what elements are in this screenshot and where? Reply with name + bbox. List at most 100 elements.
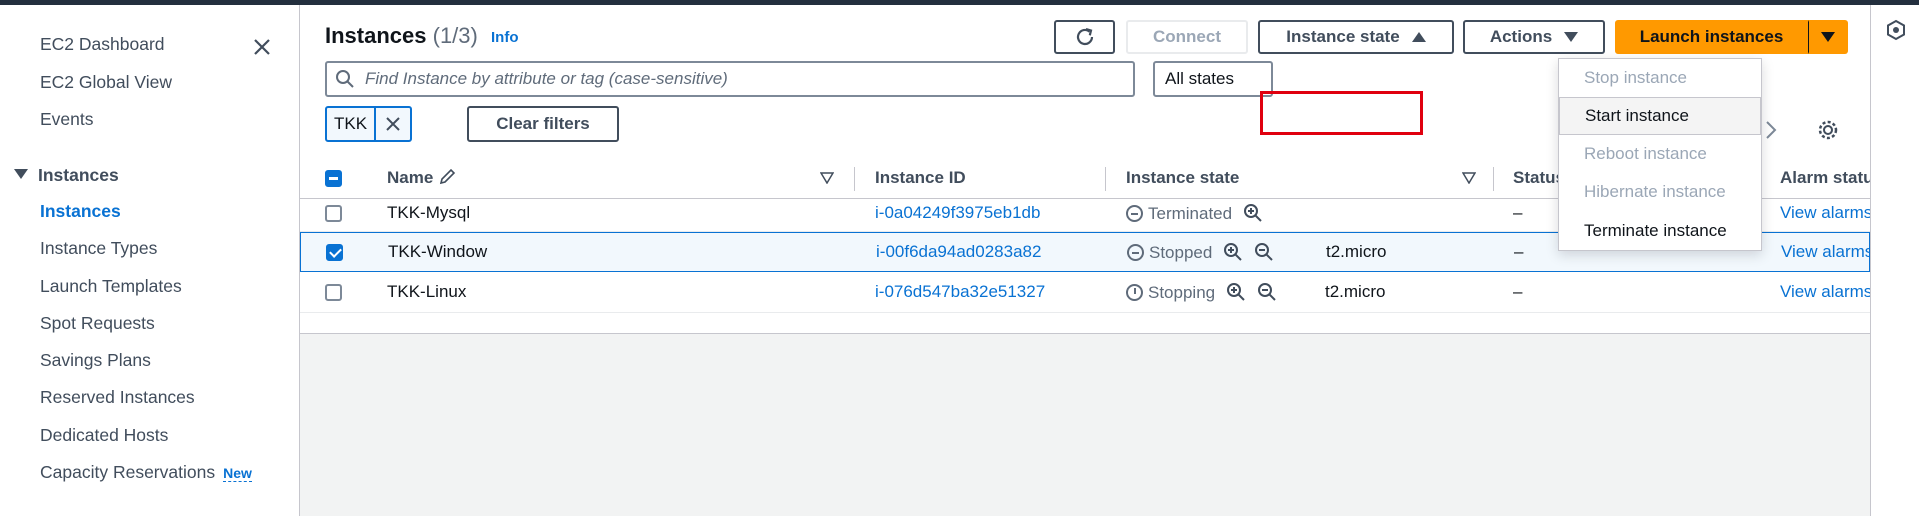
status-check: – — [1513, 282, 1523, 301]
launch-instances-button[interactable]: Launch instances — [1615, 20, 1808, 54]
zoom-in-icon[interactable] — [1223, 242, 1243, 262]
column-divider — [1105, 167, 1106, 191]
caret-down-icon — [1820, 32, 1835, 42]
actions-button[interactable]: Actions — [1463, 20, 1605, 54]
new-badge: New — [223, 465, 252, 482]
column-header-alarm-status[interactable]: Alarm status — [1780, 168, 1870, 188]
launch-options-button[interactable] — [1808, 20, 1848, 54]
instance-state: Stopped — [1127, 242, 1274, 263]
right-rail — [1870, 5, 1919, 516]
sidebar-section-instances[interactable]: Instances — [14, 165, 119, 186]
status-check: – — [1514, 242, 1524, 261]
instance-type: t2.micro — [1326, 242, 1387, 261]
caret-down-icon — [14, 169, 28, 179]
edit-icon — [439, 168, 456, 185]
sidebar-item-label: Capacity Reservations — [40, 462, 216, 482]
menu-item-start-instance[interactable]: Start instance — [1559, 97, 1761, 135]
sidebar-item-events[interactable]: Events — [40, 109, 94, 130]
sidebar: EC2 Dashboard EC2 Global View Events Ins… — [0, 5, 300, 516]
table-row[interactable]: TKK-Linux i-076d547ba32e51327 Stopping t… — [300, 273, 1870, 313]
instance-id-link[interactable]: i-0a04249f3975eb1db — [875, 203, 1040, 223]
search-box — [325, 61, 1135, 97]
view-alarms-link[interactable]: View alarms — [1781, 242, 1870, 262]
filter-token: TKK — [325, 106, 413, 142]
sort-icon[interactable] — [1462, 172, 1476, 184]
instance-state-button[interactable]: Instance state — [1258, 20, 1454, 54]
sidebar-item-reserved-instances[interactable]: Reserved Instances — [40, 387, 195, 408]
main-content: Instances (1/3) Info Connect Instance st… — [300, 5, 1870, 516]
sidebar-item-instance-types[interactable]: Instance Types — [40, 238, 157, 259]
column-header-name[interactable]: Name — [387, 168, 458, 188]
zoom-in-icon[interactable] — [1243, 203, 1263, 223]
page-title: Instances (1/3) — [325, 23, 478, 49]
sidebar-item-ec2-dashboard[interactable]: EC2 Dashboard — [40, 34, 165, 55]
info-link[interactable]: Info — [491, 29, 519, 46]
column-header-instance-id[interactable]: Instance ID — [875, 168, 966, 188]
view-alarms-link[interactable]: View alarms — [1780, 282, 1870, 302]
row-checkbox[interactable] — [325, 284, 342, 301]
hexagon-icon[interactable] — [1885, 19, 1907, 41]
sidebar-item-capacity-reservations[interactable]: Capacity Reservations New — [40, 462, 252, 483]
sidebar-item-spot-requests[interactable]: Spot Requests — [40, 313, 155, 334]
search-icon — [336, 70, 354, 88]
zoom-in-icon[interactable] — [1226, 282, 1246, 302]
connect-button[interactable]: Connect — [1126, 20, 1248, 54]
refresh-button[interactable] — [1054, 20, 1115, 54]
caret-down-icon — [1564, 32, 1579, 42]
chevron-right-icon[interactable] — [1765, 120, 1777, 140]
instance-state: Terminated — [1126, 203, 1263, 224]
instance-state-menu: Stop instance Start instance Reboot inst… — [1558, 58, 1762, 251]
caret-up-icon — [1411, 32, 1426, 42]
instance-name: TKK-Window — [388, 242, 488, 261]
sidebar-item-savings-plans[interactable]: Savings Plans — [40, 350, 151, 371]
instance-name: TKK-Mysql — [387, 203, 471, 222]
close-icon — [386, 117, 400, 131]
instance-name: TKK-Linux — [387, 282, 467, 301]
instance-state-text: Stopped — [1149, 243, 1213, 262]
stopped-icon — [1127, 244, 1144, 261]
search-input[interactable] — [365, 69, 1125, 89]
sidebar-item-ec2-global-view[interactable]: EC2 Global View — [40, 72, 172, 93]
status-check: – — [1513, 203, 1523, 222]
sidebar-section-label: Instances — [38, 165, 119, 185]
zoom-out-icon[interactable] — [1254, 242, 1274, 262]
column-header-instance-state[interactable]: Instance state — [1126, 168, 1239, 188]
instances-panel: Instances (1/3) Info Connect Instance st… — [300, 5, 1870, 334]
sidebar-item-dedicated-hosts[interactable]: Dedicated Hosts — [40, 425, 168, 446]
menu-item-stop-instance[interactable]: Stop instance — [1559, 59, 1761, 97]
column-divider — [854, 167, 855, 191]
actions-label: Actions — [1489, 27, 1553, 46]
instance-state-label: Instance state — [1286, 27, 1400, 46]
sort-icon[interactable] — [820, 172, 834, 184]
column-header-label: Name — [387, 168, 434, 187]
column-divider — [1493, 167, 1494, 191]
refresh-icon — [1076, 27, 1093, 46]
states-select[interactable]: All states — [1153, 61, 1273, 97]
menu-item-hibernate-instance[interactable]: Hibernate instance — [1559, 173, 1761, 211]
row-checkbox[interactable] — [325, 205, 342, 222]
row-checkbox[interactable] — [326, 244, 343, 261]
select-all-checkbox[interactable] — [325, 170, 342, 187]
sidebar-item-instances[interactable]: Instances — [40, 201, 121, 222]
menu-item-reboot-instance[interactable]: Reboot instance — [1559, 135, 1761, 173]
view-alarms-link[interactable]: View alarms — [1780, 203, 1870, 223]
instance-id-link[interactable]: i-076d547ba32e51327 — [875, 282, 1045, 302]
page-title-text: Instances — [325, 23, 427, 48]
gear-icon[interactable] — [1817, 119, 1839, 141]
terminated-icon — [1126, 205, 1143, 222]
sidebar-item-launch-templates[interactable]: Launch Templates — [40, 276, 182, 297]
states-select-value: All states — [1165, 69, 1234, 88]
instance-state-text: Stopping — [1148, 283, 1216, 302]
clear-filters-button[interactable]: Clear filters — [467, 106, 619, 142]
instance-type: t2.micro — [1325, 282, 1386, 301]
instance-state-text: Terminated — [1148, 204, 1233, 223]
clock-icon — [1126, 284, 1143, 301]
instance-state: Stopping — [1126, 282, 1277, 303]
instance-id-link[interactable]: i-00f6da94ad0283a82 — [876, 242, 1041, 262]
close-icon[interactable] — [250, 35, 274, 59]
remove-filter-button[interactable] — [376, 108, 410, 140]
zoom-out-icon[interactable] — [1257, 282, 1277, 302]
menu-item-terminate-instance[interactable]: Terminate instance — [1559, 212, 1761, 250]
filter-token-label: TKK — [327, 108, 377, 140]
selection-count: (1/3) — [432, 23, 478, 48]
